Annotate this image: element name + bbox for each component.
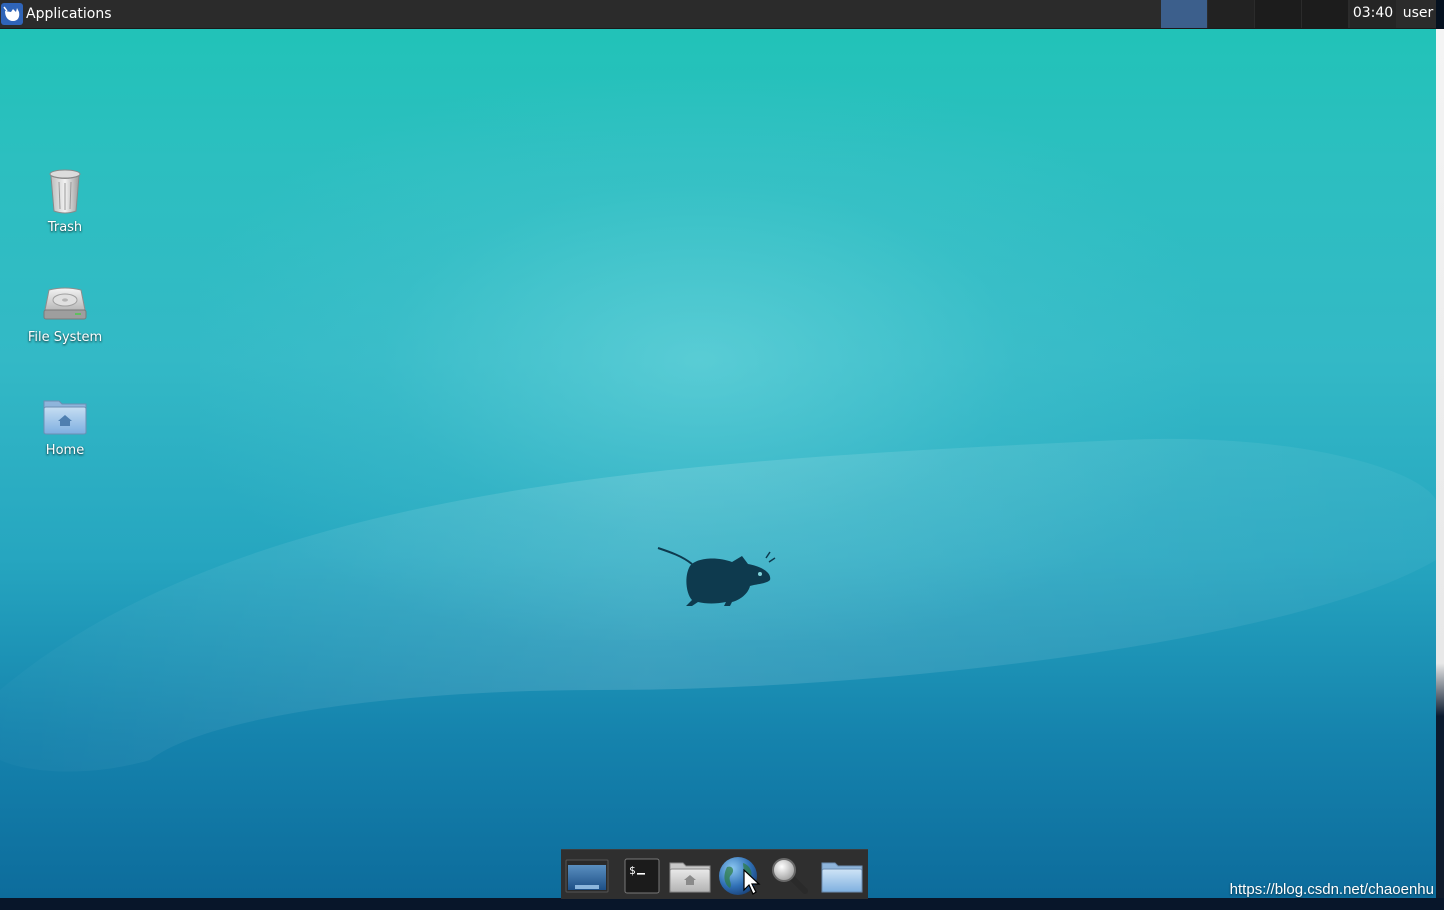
bottom-dock: $ [561,849,868,899]
workspace-4-button[interactable] [1302,0,1348,28]
dock-file-manager-button[interactable] [666,855,714,897]
workspace-1-button[interactable] [1161,0,1207,28]
wallpaper-swoosh [0,438,1436,772]
file-manager-icon [669,862,711,893]
top-panel: Applications 03:40 user [0,0,1436,29]
clock[interactable]: 03:40 [1350,0,1396,28]
applications-menu-button[interactable]: Applications [0,0,120,28]
screen-bottom-strip [0,898,1444,910]
home-label: Home [45,443,85,458]
desktop-icon-trash[interactable]: Trash [15,168,115,235]
dock-app-finder-button[interactable] [765,855,813,897]
desktop-icon-home[interactable]: Home [15,397,115,458]
mouse-pointer-icon [743,868,761,895]
workspace-3-button[interactable] [1255,0,1301,28]
applications-label: Applications [26,6,112,22]
dock-terminal-button[interactable]: $ [618,855,666,897]
dock-folder-button[interactable] [818,855,866,897]
show-desktop-icon [565,859,609,893]
watermark-text: https://blog.csdn.net/chaoenhu [1229,881,1434,898]
terminal-icon: $ [624,858,660,894]
home-folder-icon [43,400,87,435]
file-system-label: File System [27,330,103,345]
desktop-background[interactable]: Trash File System Home [0,0,1436,898]
xfce-mouse-logo [657,547,776,606]
hard-drive-icon [43,287,87,320]
trash-icon [49,169,81,214]
trash-label: Trash [47,220,83,235]
app-finder-icon [772,858,808,894]
desktop-icon-file-system[interactable]: File System [15,284,115,345]
workspace-2-button[interactable] [1208,0,1254,28]
user-menu-button[interactable]: user [1400,0,1436,28]
svg-text:$: $ [629,864,636,877]
screen-edge [1436,29,1444,910]
dock-show-desktop-button[interactable] [563,855,611,897]
xfce-logo-icon [1,3,23,25]
folder-icon [821,862,863,893]
